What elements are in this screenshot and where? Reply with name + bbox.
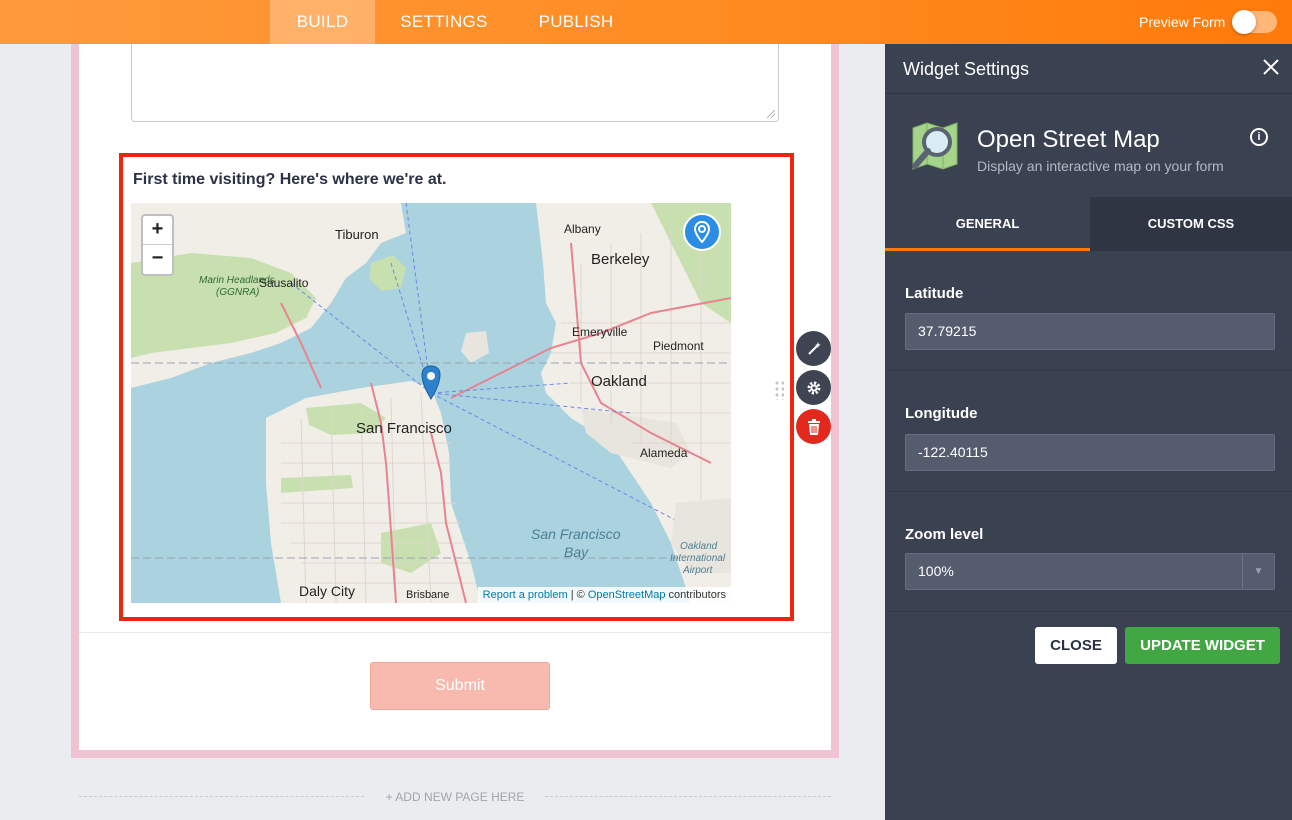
widget-settings-button[interactable] (796, 370, 831, 405)
zoom-level-label: Zoom level (905, 526, 984, 543)
close-button[interactable]: CLOSE (1035, 627, 1117, 664)
previous-textarea-field[interactable] (131, 44, 779, 122)
chevron-down-icon: ▼ (1242, 554, 1274, 589)
map-zoom-control: + − (141, 214, 174, 276)
place-piedmont: Piedmont (653, 339, 704, 353)
widget-settings-panel: Widget Settings Open Street Map Display … (885, 44, 1292, 820)
place-tiburon: Tiburon (335, 227, 379, 242)
openstreetmap-link[interactable]: OpenStreetMap (588, 589, 666, 601)
toggle-knob (1232, 10, 1256, 34)
attribution-contributors: contributors (665, 589, 726, 601)
place-berkeley: Berkeley (591, 251, 650, 268)
trash-icon (807, 419, 820, 436)
place-sf-bay-line1: San Francisco (531, 526, 621, 542)
place-brisbane: Brisbane (406, 589, 450, 601)
tab-settings[interactable]: SETTINGS (385, 0, 503, 44)
widget-description: Display an interactive map on your form (977, 158, 1224, 174)
longitude-input[interactable]: -122.40115 (905, 434, 1275, 471)
map-magnifier-icon (907, 118, 963, 174)
zoom-in-button[interactable]: + (143, 216, 172, 245)
zoom-section: Zoom level 100% ▼ (885, 492, 1292, 612)
widget-info: Open Street Map Display an interactive m… (885, 94, 1292, 197)
map-attribution: Report a problem | © OpenStreetMap contr… (477, 587, 731, 603)
panel-header: Widget Settings (885, 44, 1292, 94)
add-new-page-label: + ADD NEW PAGE HERE (385, 790, 525, 804)
panel-title: Widget Settings (903, 59, 1030, 79)
place-emeryville: Emeryville (572, 325, 628, 339)
angel-island (369, 255, 406, 291)
place-sf-bay-line2: Bay (564, 544, 589, 560)
close-icon[interactable] (1260, 56, 1282, 78)
place-airport-line1: Oakland (680, 541, 718, 552)
map-pin-dot (427, 372, 435, 380)
zoom-level-select[interactable]: 100% ▼ (905, 553, 1275, 590)
locate-marker-icon[interactable] (683, 213, 721, 251)
attribution-separator: | © (567, 589, 588, 601)
treasure-island (461, 331, 489, 363)
place-sausalito: Sausalito (259, 276, 309, 290)
widget-name: Open Street Map (977, 126, 1160, 153)
longitude-label: Longitude (905, 405, 978, 422)
place-oakland: Oakland (591, 373, 647, 390)
longitude-section: Longitude -122.40115 (885, 371, 1292, 492)
latitude-section: Latitude 37.79215 (885, 251, 1292, 371)
latitude-input[interactable]: 37.79215 (905, 313, 1275, 350)
magic-wand-icon (807, 342, 821, 355)
open-street-map[interactable]: Tiburon Albany Berkeley Marin Headlands … (131, 203, 731, 603)
zoom-level-value: 100% (918, 563, 954, 579)
tab-publish[interactable]: PUBLISH (522, 0, 630, 44)
place-airport-line2: International (670, 553, 726, 564)
top-navigation-bar: BUILD SETTINGS PUBLISH Preview Form (0, 0, 1292, 44)
tab-general[interactable]: GENERAL (885, 197, 1090, 251)
preview-form-toggle[interactable] (1232, 10, 1277, 34)
tab-custom-css[interactable]: CUSTOM CSS (1090, 197, 1292, 251)
place-alameda: Alameda (640, 446, 688, 460)
preview-form-label: Preview Form (1139, 14, 1226, 30)
place-albany: Albany (564, 222, 601, 236)
place-daly-city: Daly City (299, 583, 356, 599)
delete-widget-button[interactable] (796, 409, 831, 444)
panel-tabs: GENERAL CUSTOM CSS (885, 197, 1292, 251)
drag-handle-icon[interactable] (774, 380, 784, 400)
tab-build[interactable]: BUILD (270, 0, 375, 44)
submit-button[interactable]: Submit (370, 662, 550, 710)
report-problem-link[interactable]: Report a problem (483, 589, 568, 601)
form-divider (79, 632, 831, 633)
place-airport-line3: Airport (683, 565, 713, 576)
place-ggnra: (GGNRA) (216, 287, 260, 298)
place-san-francisco: San Francisco (356, 420, 452, 437)
wand-button[interactable] (796, 331, 831, 366)
gear-icon (807, 381, 820, 395)
latitude-label: Latitude (905, 285, 964, 302)
update-widget-button[interactable]: UPDATE WIDGET (1125, 627, 1280, 664)
add-new-page[interactable]: + ADD NEW PAGE HERE (79, 790, 831, 804)
zoom-out-button[interactable]: − (143, 245, 172, 274)
map-question-label: First time visiting? Here's where we're … (133, 171, 447, 188)
resize-grip-icon[interactable] (767, 110, 775, 118)
info-icon[interactable]: i (1250, 128, 1268, 146)
